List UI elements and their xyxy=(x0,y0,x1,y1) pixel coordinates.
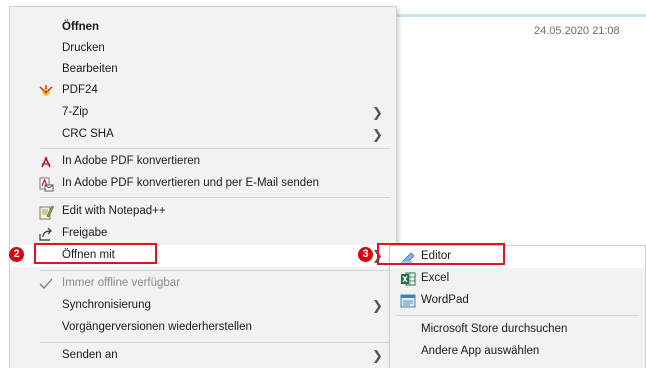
submenu-separator xyxy=(396,315,639,316)
menu-item-always-offline[interactable]: Immer offline verfügbar xyxy=(10,273,396,295)
menu-item-label: Freigabe xyxy=(62,227,108,239)
excel-icon xyxy=(400,271,416,287)
menu-item-7zip[interactable]: 7-Zip ❯ xyxy=(10,102,396,124)
menu-item-label: Immer offline verfügbar xyxy=(62,277,181,289)
chevron-right-icon: ❯ xyxy=(372,105,383,120)
chevron-right-icon: ❯ xyxy=(372,127,383,142)
submenu-item-label: Microsoft Store durchsuchen xyxy=(421,323,568,335)
menu-item-label: 7-Zip xyxy=(62,106,89,118)
pdf24-icon xyxy=(38,83,54,99)
submenu-item-label: Andere App auswählen xyxy=(421,345,540,357)
menu-item-label: In Adobe PDF konvertieren und per E-Mail… xyxy=(62,177,319,189)
menu-item-label: Synchronisierung xyxy=(62,299,151,311)
menu-item-label: CRC SHA xyxy=(62,128,114,140)
submenu-item-wordpad[interactable]: WordPad xyxy=(390,290,645,312)
menu-item-share[interactable]: Freigabe xyxy=(10,223,396,245)
submenu-item-excel[interactable]: Excel xyxy=(390,268,645,290)
context-menu: Öffnen Drucken Bearbeiten PDF24 7-Zip ❯ … xyxy=(9,6,397,368)
highlight-editor xyxy=(377,243,505,265)
chevron-right-icon: ❯ xyxy=(372,348,383,363)
menu-item-label: Edit with Notepad++ xyxy=(62,205,166,217)
menu-item-label: Drucken xyxy=(62,42,105,54)
selected-row-highlight xyxy=(395,14,646,17)
menu-item-notepad-plus-plus[interactable]: Edit with Notepad++ xyxy=(10,201,396,223)
menu-item-sync[interactable]: Synchronisierung ❯ xyxy=(10,295,396,317)
submenu-item-microsoft-store[interactable]: Microsoft Store durchsuchen xyxy=(390,319,645,341)
menu-item-print[interactable]: Drucken xyxy=(10,38,396,60)
menu-item-send-to[interactable]: Senden an ❯ xyxy=(10,345,396,367)
menu-separator xyxy=(40,342,390,343)
menu-item-label: In Adobe PDF konvertieren xyxy=(62,155,201,167)
chevron-right-icon: ❯ xyxy=(372,298,383,313)
menu-item-label: PDF24 xyxy=(62,84,98,96)
checkmark-icon xyxy=(38,276,54,292)
adobe-pdf-mail-icon xyxy=(38,176,54,192)
share-icon xyxy=(38,226,54,242)
submenu-item-label: Excel xyxy=(421,272,450,284)
highlight-open-with xyxy=(34,243,157,264)
menu-item-adobe-pdf[interactable]: In Adobe PDF konvertieren xyxy=(10,151,396,173)
file-modified-date: 24.05.2020 21:08 xyxy=(534,25,620,37)
submenu-item-choose-other-app[interactable]: Andere App auswählen xyxy=(390,341,645,363)
menu-item-crc-sha[interactable]: CRC SHA ❯ xyxy=(10,124,396,146)
step-badge-3: 3 xyxy=(358,247,373,262)
menu-item-label: Senden an xyxy=(62,349,118,361)
menu-separator xyxy=(40,148,390,149)
wordpad-icon xyxy=(400,293,416,309)
menu-separator xyxy=(40,270,390,271)
adobe-pdf-icon xyxy=(38,154,54,170)
step-badge-2: 2 xyxy=(9,247,24,262)
menu-item-label: Öffnen xyxy=(62,21,100,33)
menu-item-pdf24[interactable]: PDF24 xyxy=(10,80,396,102)
menu-item-restore-versions[interactable]: Vorgängerversionen wiederherstellen xyxy=(10,317,396,339)
menu-item-open[interactable]: Öffnen xyxy=(10,17,396,39)
notepad-plus-plus-icon xyxy=(38,204,54,220)
menu-item-edit[interactable]: Bearbeiten xyxy=(10,59,396,81)
submenu-item-label: WordPad xyxy=(421,294,469,306)
menu-item-label: Bearbeiten xyxy=(62,63,118,75)
menu-item-label: Vorgängerversionen wiederherstellen xyxy=(62,321,252,333)
menu-separator xyxy=(40,197,390,198)
menu-item-adobe-pdf-email[interactable]: In Adobe PDF konvertieren und per E-Mail… xyxy=(10,173,396,195)
